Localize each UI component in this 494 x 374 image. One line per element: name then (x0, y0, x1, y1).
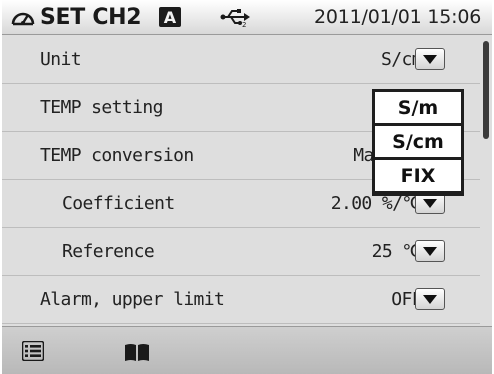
dropdown-button[interactable] (415, 240, 445, 262)
unit-option-s-per-m[interactable]: S/m (375, 92, 461, 123)
scrollbar[interactable] (480, 35, 492, 326)
svg-text:2: 2 (242, 21, 246, 27)
channel-badge: A (159, 7, 181, 27)
screen-title: SET CH2 (40, 4, 142, 30)
gauge-icon (10, 0, 36, 34)
list-icon[interactable] (21, 340, 45, 365)
usb-icon: 2 (220, 0, 250, 34)
dropdown-arrow-icon (423, 54, 437, 64)
dropdown-arrow-icon (423, 198, 437, 208)
datetime: 2011/01/01 15:06 (314, 6, 482, 28)
dropdown-arrow-icon (423, 246, 437, 256)
setting-label: Alarm, upper limit (40, 288, 225, 310)
setting-row-unit[interactable]: Unit S/cm (2, 35, 480, 84)
setting-label: Reference (62, 240, 155, 262)
setting-label: TEMP setting (40, 96, 163, 118)
setting-label: TEMP conversion (40, 144, 194, 166)
setting-row-reference[interactable]: Reference 25 ℃ (2, 227, 480, 276)
scroll-thumb[interactable] (483, 41, 489, 139)
bottom-bar (2, 326, 492, 374)
setting-label: Coefficient (62, 192, 175, 214)
dropdown-arrow-icon (423, 294, 437, 304)
unit-option-s-per-cm[interactable]: S/cm (375, 126, 461, 157)
device-screen: SET CH2 A 2 2011/01/01 15:06 Unit S/cm T… (2, 0, 492, 374)
setting-row-alarm-upper-limit[interactable]: Alarm, upper limit OFF (2, 275, 480, 324)
setting-label: Unit (40, 48, 82, 70)
unit-dropdown-popup: S/m S/cm FIX (372, 89, 464, 196)
manual-book-icon[interactable] (124, 343, 150, 365)
dropdown-button[interactable] (415, 48, 445, 70)
unit-option-fix[interactable]: FIX (375, 160, 461, 191)
dropdown-button[interactable] (415, 288, 445, 310)
status-bar: SET CH2 A 2 2011/01/01 15:06 (2, 0, 492, 35)
